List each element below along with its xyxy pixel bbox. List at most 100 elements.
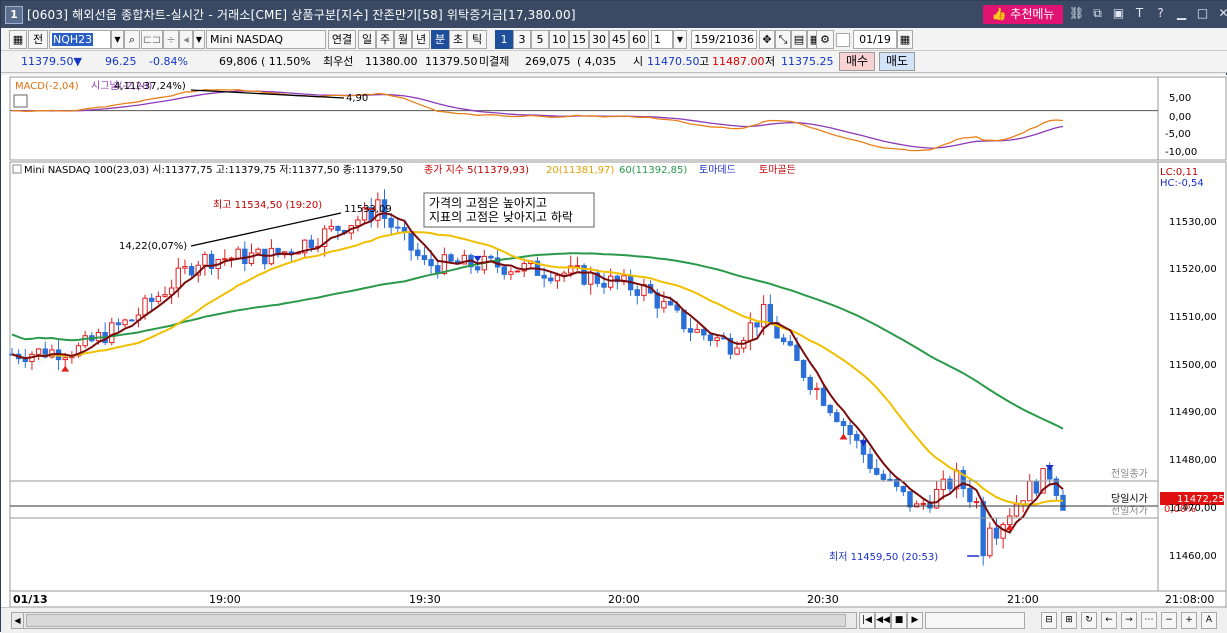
window-title: [0603] 해외선옵 종합차트-실시간 - 거래소[CME] 상품구분[지수]… — [27, 8, 576, 22]
close-icon[interactable]: ✕ — [1216, 5, 1227, 22]
ytick-11460: 11460,00 — [1169, 551, 1217, 562]
candle-body — [574, 265, 581, 268]
period-week[interactable]: 주 — [376, 30, 394, 49]
speaker-icon[interactable]: ◂ — [179, 30, 193, 49]
open-label: 시 — [633, 55, 644, 68]
interval-60[interactable]: 60 — [629, 30, 649, 49]
interval-15[interactable]: 15 — [569, 30, 589, 49]
sell-button[interactable]: 매도 — [879, 52, 915, 71]
nav-first-icon[interactable]: |◀ — [859, 612, 875, 629]
minimize-icon[interactable]: ▁ — [1174, 5, 1189, 22]
recommend-menu-button[interactable]: 👍 추천메뉴 — [983, 5, 1063, 24]
font-size-icon[interactable]: A — [1201, 612, 1217, 629]
calendar-icon[interactable]: ▦ — [897, 30, 913, 49]
dropdown-icon[interactable]: ▼ — [193, 30, 205, 49]
interval-1[interactable]: 1 — [495, 30, 513, 49]
candle-body — [388, 217, 394, 228]
zoom-slider[interactable] — [925, 612, 1025, 629]
symbol-input[interactable]: NQH23 — [49, 30, 111, 49]
open-price: 11470.50 — [647, 55, 700, 68]
chevron-down-icon[interactable]: ▼ — [111, 30, 124, 49]
candle-body — [767, 303, 774, 324]
macd-annotation-high: 4,11(-37,24%) — [114, 81, 186, 92]
ytick-11520: 11520,00 — [1169, 264, 1217, 275]
period-year[interactable]: 년 — [412, 30, 430, 49]
top-golden-legend: 토마골든 — [759, 164, 796, 176]
font-icon[interactable]: T — [1132, 5, 1147, 22]
interval-30[interactable]: 30 — [589, 30, 609, 49]
minus-icon[interactable]: − — [1161, 612, 1177, 629]
gear-icon[interactable]: ⚙ — [816, 30, 834, 49]
maximize-icon[interactable]: □ — [1195, 5, 1210, 22]
peak-value-label: 11533,09 — [344, 204, 392, 215]
all-button[interactable]: 전 — [28, 30, 48, 49]
arrow-left-icon[interactable]: ← — [1101, 612, 1117, 629]
interval-dropdown-icon[interactable]: ▼ — [673, 30, 687, 49]
arrow-right-icon[interactable]: → — [1121, 612, 1137, 629]
zoom-in-icon[interactable]: ⊞ — [1061, 612, 1077, 629]
chart-area[interactable]: MACD(-2,04) 시그널(-2,28) 4,11(-37,24%) 4,9… — [1, 75, 1227, 609]
period-month[interactable]: 월 — [394, 30, 412, 49]
nav-prev-icon[interactable]: ◀◀ — [875, 612, 891, 629]
buy-button[interactable]: 매수 — [839, 52, 875, 71]
candle-body — [395, 226, 401, 229]
price-change: 96.25 — [105, 55, 137, 68]
copy-icon[interactable]: ⧉ — [1090, 5, 1105, 22]
window-icon[interactable]: ▣ — [1111, 5, 1126, 22]
tree-icon[interactable]: ▦ — [9, 30, 27, 49]
link-icon[interactable]: ⛓ — [1069, 5, 1084, 22]
toolbar: ▦ 전 NQH23 ▼ ⌕ ⊏⊐ ÷ ◂ ▼ Mini NASDAQ 100(2… — [1, 28, 1227, 63]
price-chart-svg: MACD(-2,04) 시그널(-2,28) 4,11(-37,24%) 4,9… — [9, 76, 1227, 608]
low-price: 11375.25 — [781, 55, 834, 68]
period-tick[interactable]: 틱 — [467, 30, 487, 49]
date-checkbox[interactable] — [836, 33, 850, 47]
candle-body — [122, 319, 128, 326]
count-field[interactable]: 159/21036 — [691, 30, 757, 49]
reset-icon[interactable]: ↻ — [1081, 612, 1097, 629]
interval-45[interactable]: 45 — [609, 30, 629, 49]
ytick-11470: 11470,00 — [1169, 503, 1217, 514]
ma5-legend: 종가 지수 5(11379,93) — [424, 164, 529, 176]
scroll-thumb[interactable] — [26, 614, 846, 627]
period-minute[interactable]: 분 — [431, 30, 449, 49]
grid-toggle-icon[interactable] — [13, 94, 28, 108]
help-icon[interactable]: ? — [1153, 5, 1168, 22]
candle-body — [129, 319, 135, 322]
search-icon[interactable]: ⌕ — [124, 30, 140, 49]
legend-checkbox-icon[interactable] — [12, 164, 22, 174]
scroll-left-icon[interactable]: ◀ — [12, 613, 24, 628]
plus-icon[interactable]: + — [1181, 612, 1197, 629]
split-icon[interactable]: ÷ — [163, 30, 179, 49]
mode-icon[interactable]: ⊏⊐ — [141, 30, 163, 49]
symbol-name: Mini NASDAQ 100(23.0 — [206, 30, 326, 63]
nav-stop-icon[interactable]: ■ — [891, 612, 907, 629]
candle-body — [694, 328, 700, 333]
move-icon[interactable]: ✥ — [759, 30, 775, 49]
low-label: 저 — [765, 55, 776, 68]
interval-input[interactable]: 1 — [651, 30, 673, 49]
dots-icon[interactable]: ⋯ — [1141, 612, 1157, 629]
interval-3[interactable]: 3 — [513, 30, 531, 49]
candle-body — [800, 359, 807, 378]
candle-body — [109, 322, 115, 344]
zoom-icon[interactable]: ⤡ — [775, 30, 791, 49]
period-day[interactable]: 일 — [358, 30, 376, 49]
continuous-button[interactable]: 연결 — [328, 30, 356, 49]
horizontal-scrollbar[interactable]: ◀ — [11, 612, 857, 629]
date-input[interactable]: 01/19 — [853, 30, 897, 49]
candle-body — [1000, 524, 1006, 539]
candle-body — [235, 248, 241, 259]
candle-body — [541, 274, 547, 279]
interval-5[interactable]: 5 — [531, 30, 549, 49]
period-second[interactable]: 초 — [449, 30, 467, 49]
zoom-out-icon[interactable]: ⊟ — [1041, 612, 1057, 629]
title-bar: 1 [0603] 해외선옵 종합차트-실시간 - 거래소[CME] 상품구분[지… — [1, 1, 1227, 28]
interval-10[interactable]: 10 — [549, 30, 569, 49]
print-icon[interactable]: ▤ — [791, 30, 807, 49]
xtick-2030: 20:30 — [807, 593, 839, 606]
open-interest-label: 미결제 — [479, 55, 510, 68]
thumbs-up-icon: 👍 — [991, 7, 1011, 21]
window-number-badge[interactable]: 1 — [5, 5, 23, 24]
nav-next-icon[interactable]: ▶ — [907, 612, 923, 629]
recommend-menu-label: 추천메뉴 — [1010, 7, 1055, 21]
